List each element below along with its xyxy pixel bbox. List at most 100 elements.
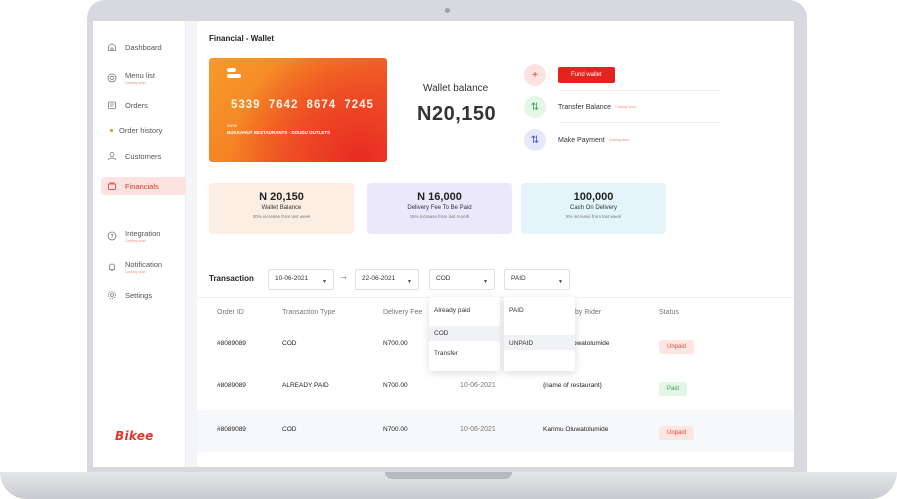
divider	[560, 122, 720, 123]
coming-soon-tag: Coming soon	[125, 270, 146, 274]
coming-soon-tag: Coming soon	[615, 105, 636, 109]
status-badge: Paid	[659, 382, 688, 396]
sidebar-item-label: Integration	[125, 229, 161, 238]
order-id: #8089089	[217, 426, 246, 433]
stat-label: Wallet Balance	[261, 205, 302, 211]
fund-wallet-button[interactable]: Fund wallet	[558, 67, 615, 83]
order-id: #8089089	[217, 382, 246, 389]
stat-value: 100,000	[573, 191, 614, 203]
make-payment-label: Make Payment	[558, 136, 605, 144]
caret-down-icon: ▼	[322, 279, 327, 285]
dropdown-option[interactable]: UNPAID	[509, 340, 533, 347]
filter-value: PAID	[511, 275, 526, 282]
date-from-filter[interactable]: 10-06-2021 ▼	[268, 269, 334, 290]
sidebar-item-customers[interactable]: Customers	[101, 147, 186, 165]
plus-icon[interactable]: +	[524, 64, 546, 86]
rider-name: owatolumide	[573, 340, 610, 347]
filter-value: 10-06-2021	[275, 275, 309, 282]
coming-soon-tag: Coming soon	[125, 239, 146, 243]
stat-cash-on-delivery: 100,000 Cash On Delivery 5% increase fro…	[521, 183, 666, 234]
column-header: by Rider	[575, 309, 602, 316]
sidebar-item-orders[interactable]: Orders	[101, 96, 186, 114]
stat-note: 5% increase from last week	[565, 214, 622, 219]
menu-list-icon	[107, 73, 117, 83]
delivery-fee: N700.00	[383, 340, 408, 347]
caret-down-icon: ▼	[558, 279, 563, 285]
bell-icon	[107, 262, 117, 272]
main-content: Financial - Wallet 5339 7642 8674 7245 0…	[197, 21, 794, 467]
arrow-right-icon: →	[339, 271, 348, 281]
integration-icon	[107, 231, 117, 241]
status-badge: Unpaid	[659, 340, 695, 354]
filter-value: 22-06-2021	[362, 275, 396, 282]
type-filter[interactable]: COD ▼	[429, 269, 495, 290]
delivery-fee: N700.00	[383, 426, 408, 433]
sidebar-item-label: Orders	[125, 100, 148, 110]
table-row[interactable]: #8089089 COD N700.00 10-06-2021 Karimu O…	[197, 410, 794, 452]
stat-label: Cash On Delivery	[569, 205, 617, 211]
status-badge: Unpaid	[659, 426, 695, 440]
bullet-icon	[110, 128, 113, 132]
column-header: Order ID	[217, 309, 244, 316]
sidebar-item-order-history[interactable]: Order history	[101, 121, 186, 139]
sidebar-item-integration[interactable]: Integration Coming soon	[101, 227, 186, 245]
column-header: Status	[659, 309, 679, 316]
home-icon	[107, 42, 117, 52]
sidebar-item-settings[interactable]: Settings	[101, 286, 186, 304]
type-dropdown: Already paid COD Transfer	[429, 297, 500, 371]
transaction-date: 10-06-2021	[460, 382, 496, 389]
sidebar: Dashboard Menu list Coming soon Orders Or…	[93, 21, 186, 467]
sidebar-item-financials[interactable]: Financials	[101, 177, 186, 195]
fund-wallet-action: + Fund wallet	[524, 64, 615, 86]
stat-note: 15% increase from last month	[409, 214, 470, 219]
dropdown-option[interactable]: Already paid	[434, 307, 470, 314]
filter-value: COD	[436, 275, 451, 282]
status-filter[interactable]: PAID ▼	[504, 269, 570, 290]
caret-down-icon: ▼	[407, 279, 412, 285]
transaction-type: COD	[282, 426, 297, 433]
sidebar-item-label: Dashboard	[125, 42, 162, 52]
bikee-logo: Bikee	[115, 429, 154, 443]
sidebar-item-label: Customers	[125, 151, 162, 161]
rider-name: {name of restaurant}	[543, 382, 602, 389]
stat-value: N 20,150	[259, 191, 304, 203]
order-id: #8089089	[217, 340, 246, 347]
sidebar-item-notification[interactable]: Notification Coming soon	[101, 258, 186, 276]
dropdown-option[interactable]: PAID	[509, 307, 524, 314]
coming-soon-tag: Coming soon	[125, 81, 146, 85]
transactions-title: Transaction	[209, 274, 254, 283]
transfer-balance-action[interactable]: ⇅ Transfer Balance Coming soon	[524, 96, 636, 118]
make-payment-action[interactable]: ⇅ Make Payment Coming soon	[524, 129, 629, 151]
sidebar-item-label: Notification	[125, 260, 163, 269]
wallet-card: 5339 7642 8674 7245 03/30 BUKKAHUT RESTA…	[209, 58, 387, 162]
sidebar-item-label: Financials	[125, 181, 159, 191]
orders-icon	[107, 100, 117, 110]
sidebar-item-label: Menu list	[125, 71, 156, 80]
customers-icon	[107, 151, 117, 161]
sidebar-item-label: Settings	[125, 290, 153, 300]
financials-icon	[107, 181, 117, 191]
stat-wallet-balance: N 20,150 Wallet Balance 20% increase fro…	[209, 183, 354, 234]
divider	[560, 90, 720, 91]
sidebar-item-dashboard[interactable]: Dashboard	[101, 38, 186, 56]
card-expiry: 03/30	[227, 123, 238, 128]
rider-name: Karimu Oluwatolumide	[543, 426, 609, 433]
coming-soon-tag: Coming soon	[608, 138, 630, 142]
stat-note: 20% increase from last week	[252, 214, 311, 219]
dropdown-option[interactable]: Transfer	[434, 350, 458, 357]
status-dropdown: PAID UNPAID	[504, 297, 575, 371]
column-header: Transaction Type	[282, 309, 336, 316]
table-row[interactable]: #8089089 ALREADY PAID N700.00 10-06-2021…	[197, 368, 794, 410]
date-to-filter[interactable]: 22-06-2021 ▼	[355, 269, 419, 290]
delivery-fee: N700.00	[383, 382, 408, 389]
payment-icon: ⇅	[524, 129, 546, 151]
sidebar-item-menu-list[interactable]: Menu list Coming soon	[101, 69, 186, 87]
dropdown-option[interactable]: COD	[434, 330, 448, 337]
card-brand-icon	[227, 68, 241, 78]
gear-icon	[107, 290, 117, 300]
column-header: Delivery Fee	[383, 309, 423, 316]
sidebar-item-label: Order history	[119, 125, 163, 135]
caret-down-icon: ▼	[483, 279, 488, 285]
transfer-icon: ⇅	[524, 96, 546, 118]
page-title: Financial - Wallet	[209, 34, 275, 43]
